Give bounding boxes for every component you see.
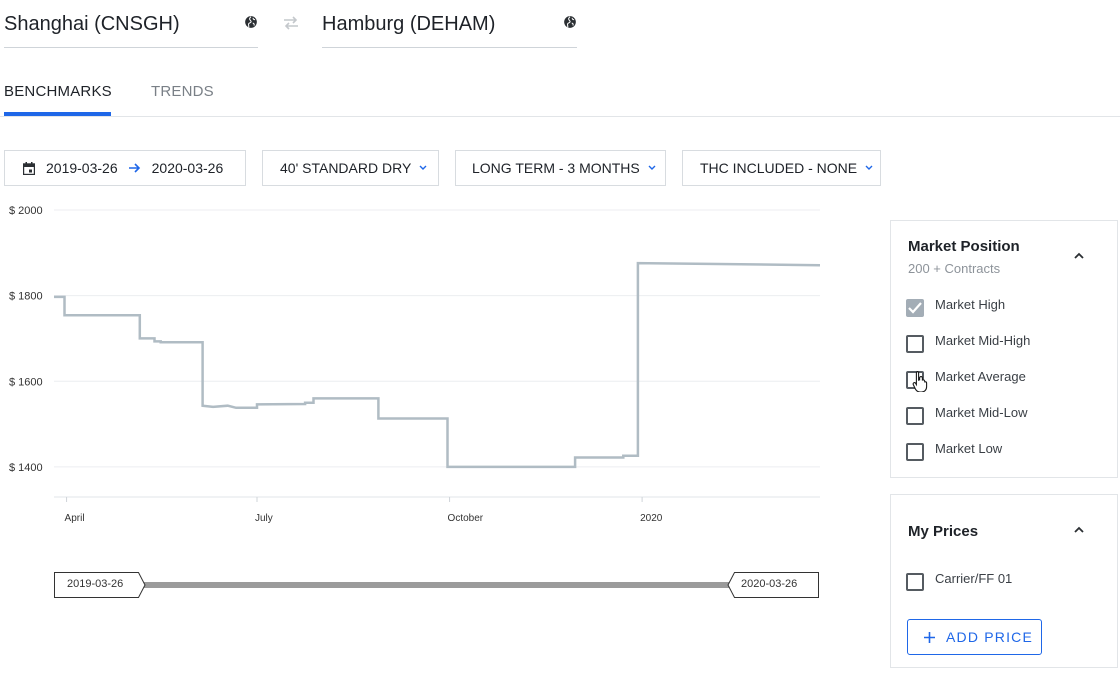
tab-trends[interactable]: TRENDS <box>151 83 214 100</box>
container-type-dropdown[interactable]: 40' STANDARD DRY <box>262 150 439 186</box>
option-market-average[interactable]: Market Average <box>906 369 1106 389</box>
globe-icon[interactable] <box>563 15 577 29</box>
arrow-right-icon <box>128 163 140 173</box>
swap-arrows-icon[interactable] <box>282 15 300 31</box>
checkbox[interactable] <box>906 299 924 317</box>
my-prices-title: My Prices <box>908 523 979 540</box>
tab-bar: BENCHMARKS TRENDS <box>0 70 1120 117</box>
market-position-panel: Market Position 200 + Contracts Market H… <box>890 220 1118 478</box>
chevron-down-icon <box>648 165 656 170</box>
series-line <box>54 261 821 469</box>
slider-start-label: 2019-03-26 <box>67 578 124 590</box>
chevron-down-icon <box>865 165 873 170</box>
origin-port-value: Shanghai (CNSGH) <box>4 13 180 35</box>
contract-term-value: LONG TERM - 3 MONTHS <box>472 160 640 176</box>
option-label: Market Low <box>935 441 1003 456</box>
option-label: Carrier/FF 01 <box>935 571 1013 586</box>
option-market-mid-low[interactable]: Market Mid-Low <box>906 405 1106 425</box>
date-start: 2019-03-26 <box>46 160 118 176</box>
slider-start-handle[interactable]: 2019-03-26 <box>54 572 146 598</box>
chevron-up-icon[interactable] <box>1073 252 1085 260</box>
add-price-button[interactable]: ADD PRICE <box>907 619 1042 655</box>
checkbox[interactable] <box>906 443 924 461</box>
thc-value: THC INCLUDED - NONE <box>700 160 858 176</box>
x-tick-label: July <box>255 513 273 524</box>
date-range-picker[interactable]: 2019-03-26 2020-03-26 <box>4 150 246 186</box>
option-market-low[interactable]: Market Low <box>906 441 1106 461</box>
option-label: Market High <box>935 297 1006 312</box>
destination-port-value: Hamburg (DEHAM) <box>322 13 496 35</box>
date-end: 2020-03-26 <box>151 160 224 176</box>
y-tick-label: $ 1600 <box>9 376 43 388</box>
globe-icon[interactable] <box>244 15 258 29</box>
slider-track[interactable] <box>140 582 730 588</box>
slider-end-label: 2020-03-26 <box>741 578 798 590</box>
add-price-label: ADD PRICE <box>946 629 1034 645</box>
chevron-up-icon[interactable] <box>1073 526 1085 534</box>
checkbox[interactable] <box>906 407 924 425</box>
contract-term-dropdown[interactable]: LONG TERM - 3 MONTHS <box>455 150 666 186</box>
option-carrier-ff-01[interactable]: Carrier/FF 01 <box>906 571 1106 591</box>
my-prices-panel: My Prices Carrier/FF 01 ADD PRICE <box>890 494 1118 668</box>
active-tab-indicator <box>4 112 111 116</box>
option-label: Market Average <box>935 369 1026 384</box>
option-label: Market Mid-High <box>935 333 1031 348</box>
origin-port-field[interactable]: Shanghai (CNSGH) <box>4 0 258 48</box>
market-position-title: Market Position <box>908 238 1020 255</box>
date-range-slider[interactable]: 2019-03-26 2020-03-26 <box>54 572 819 598</box>
option-market-mid-high[interactable]: Market Mid-High <box>906 333 1106 353</box>
y-tick-label: $ 2000 <box>9 205 43 217</box>
checkbox[interactable] <box>906 335 924 353</box>
y-tick-label: $ 1800 <box>9 291 43 303</box>
tab-benchmarks[interactable]: BENCHMARKS <box>4 83 112 100</box>
destination-port-field[interactable]: Hamburg (DEHAM) <box>322 0 577 48</box>
container-type-value: 40' STANDARD DRY <box>280 160 412 176</box>
hand-cursor-icon <box>912 370 928 392</box>
x-tick-label: 2020 <box>640 513 663 524</box>
slider-end-handle[interactable]: 2020-03-26 <box>727 572 819 598</box>
calendar-icon <box>23 161 35 175</box>
plus-icon <box>924 631 935 643</box>
thc-dropdown[interactable]: THC INCLUDED - NONE <box>682 150 881 186</box>
market-position-subtitle: 200 + Contracts <box>908 261 1001 276</box>
option-label: Market Mid-Low <box>935 405 1028 420</box>
x-tick-label: April <box>65 513 85 524</box>
checkbox[interactable] <box>906 573 924 591</box>
chevron-down-icon <box>419 165 427 170</box>
option-market-high[interactable]: Market High <box>906 297 1106 317</box>
x-tick-label: October <box>448 513 484 524</box>
benchmark-chart: $ 2000 $ 1800 $ 1600 $ 1400 April July October… <box>9 205 821 524</box>
y-tick-label: $ 1400 <box>9 462 43 474</box>
